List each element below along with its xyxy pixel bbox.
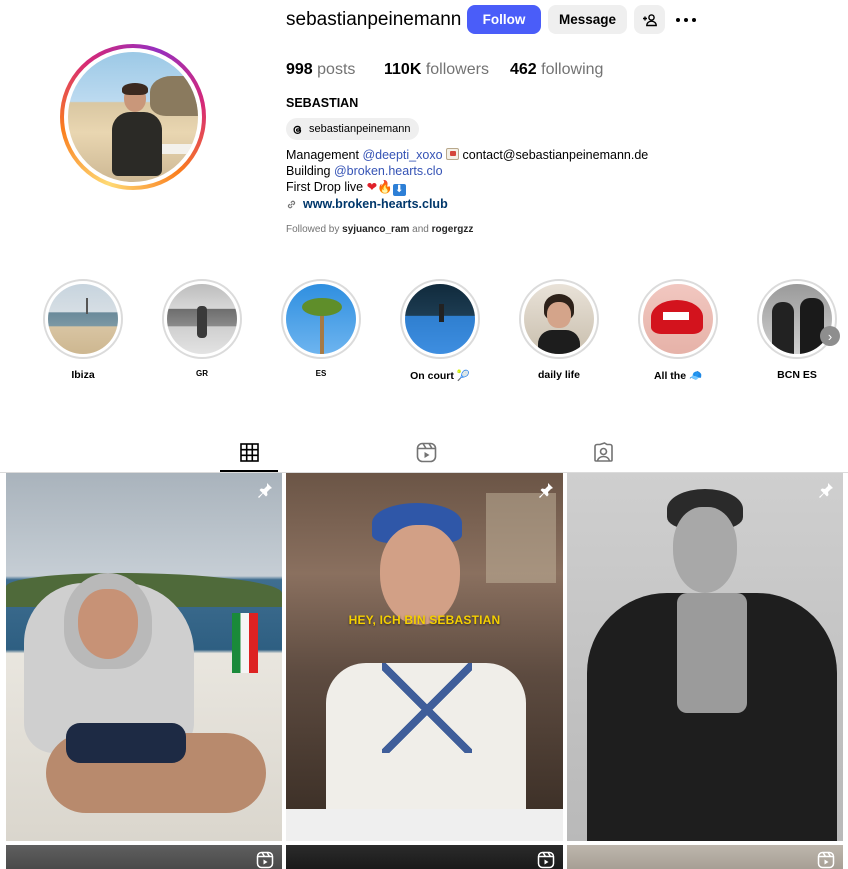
bio-line-2: Building @broken.hearts.clo (286, 164, 443, 178)
avatar-border (64, 48, 202, 186)
bio-line-1: Management @deepti_xoxo contact@sebastia… (286, 148, 649, 162)
followed-by-user[interactable]: syjuanco_ram (342, 224, 409, 235)
highlight-label: ES (315, 369, 327, 378)
highlight-cover (405, 284, 475, 354)
video-caption-overlay: HEY, ICH BIN SEBASTIAN (348, 613, 501, 627)
followed-by[interactable]: Followed by syjuanco_ram and rogergzz (286, 224, 473, 235)
threads-handle: sebastianpeinemann (309, 123, 411, 135)
profile-username: sebastianpeinemann (286, 9, 462, 30)
highlight-on-court[interactable]: On court 🎾 (400, 279, 480, 382)
suggest-user-button[interactable] (634, 5, 665, 34)
highlight-label: BCN ES (777, 369, 817, 381)
post-thumbnail[interactable] (6, 473, 282, 841)
highlight-cover (643, 284, 713, 354)
following-stat[interactable]: 462 following (510, 61, 603, 79)
highlight-all-the-caps[interactable]: All the 🧢 (638, 279, 718, 382)
highlight-cover (524, 284, 594, 354)
chevron-right-icon: › (827, 328, 833, 344)
highlight-cover (286, 284, 356, 354)
chest (677, 593, 747, 713)
profile-bio: Management @deepti_xoxo contact@sebastia… (286, 147, 648, 212)
highlights-next-button[interactable]: › (820, 326, 840, 346)
pin-icon (819, 483, 833, 498)
message-button[interactable]: Message (548, 5, 627, 34)
post-thumbnail[interactable] (286, 845, 563, 869)
followed-by-user[interactable]: rogergzz (432, 224, 474, 235)
highlight-label: On court 🎾 (410, 370, 470, 382)
bio-external-link[interactable]: www.broken-hearts.club (303, 196, 448, 212)
profile-full-name: SEBASTIAN (286, 96, 359, 110)
threads-icon (293, 125, 302, 134)
followers-count: 110K (384, 61, 422, 78)
pin-icon (258, 483, 272, 498)
posts-count: 998 (286, 61, 313, 78)
highlight-es[interactable]: ES (281, 279, 361, 378)
posts-stat: 998 posts (286, 61, 355, 79)
post-thumbnail[interactable] (6, 845, 282, 869)
highlight-gr[interactable]: GR (162, 279, 242, 378)
mention-link[interactable]: @broken.hearts.clo (334, 164, 443, 178)
face (78, 589, 138, 659)
envelope-icon (446, 148, 460, 160)
pin-icon (539, 483, 553, 498)
follow-button[interactable]: Follow (467, 5, 541, 34)
reels-icon (817, 851, 835, 869)
face (673, 507, 737, 593)
reels-icon (537, 851, 555, 869)
post-thumbnail[interactable] (567, 845, 843, 869)
bio-line-3: First Drop live ❤🔥 ⬇ (286, 179, 648, 196)
followers-stat[interactable]: 110K followers (384, 61, 489, 79)
highlight-ibiza[interactable]: Ibiza (43, 279, 123, 381)
face (380, 525, 460, 625)
down-arrow-emoji-icon: ⬇ (392, 184, 406, 196)
link-icon (287, 200, 296, 208)
avatar-person (112, 83, 162, 182)
posts-label: posts (317, 61, 356, 78)
tab-tagged[interactable] (590, 439, 616, 465)
following-count: 462 (510, 61, 537, 78)
more-options-button[interactable] (672, 5, 700, 34)
tab-reels[interactable] (413, 439, 439, 465)
followers-label: followers (425, 61, 489, 78)
post-thumbnail[interactable] (567, 473, 843, 841)
bio-link-row[interactable]: www.broken-hearts.club (286, 196, 648, 212)
highlight-daily-life[interactable]: daily life (519, 279, 599, 381)
flag (232, 613, 258, 673)
mention-link[interactable]: @deepti_xoxo (362, 148, 442, 162)
tab-posts[interactable] (236, 439, 262, 465)
more-icon (676, 17, 696, 22)
grid-icon (239, 442, 259, 462)
post-thumbnail[interactable]: HEY, ICH BIN SEBASTIAN (286, 473, 563, 841)
highlight-cover (167, 284, 237, 354)
tagged-icon (593, 441, 613, 462)
following-label: following (541, 61, 604, 78)
threads-badge[interactable]: sebastianpeinemann (286, 118, 419, 140)
highlight-cover (762, 284, 832, 354)
highlight-label: daily life (537, 369, 580, 381)
highlight-cover (48, 284, 118, 354)
avatar-photo (68, 52, 198, 182)
fire-emoji-icon: 🔥 (377, 180, 393, 194)
shorts (66, 723, 186, 763)
highlight-label: Ibiza (71, 369, 95, 381)
reels-icon (416, 442, 436, 462)
heart-emoji-icon: ❤ (366, 180, 378, 194)
highlight-label: All the 🧢 (653, 370, 703, 382)
profile-avatar[interactable] (60, 44, 206, 190)
reels-icon (256, 851, 274, 869)
add-person-icon (642, 13, 657, 26)
highlight-label: GR (196, 369, 208, 378)
